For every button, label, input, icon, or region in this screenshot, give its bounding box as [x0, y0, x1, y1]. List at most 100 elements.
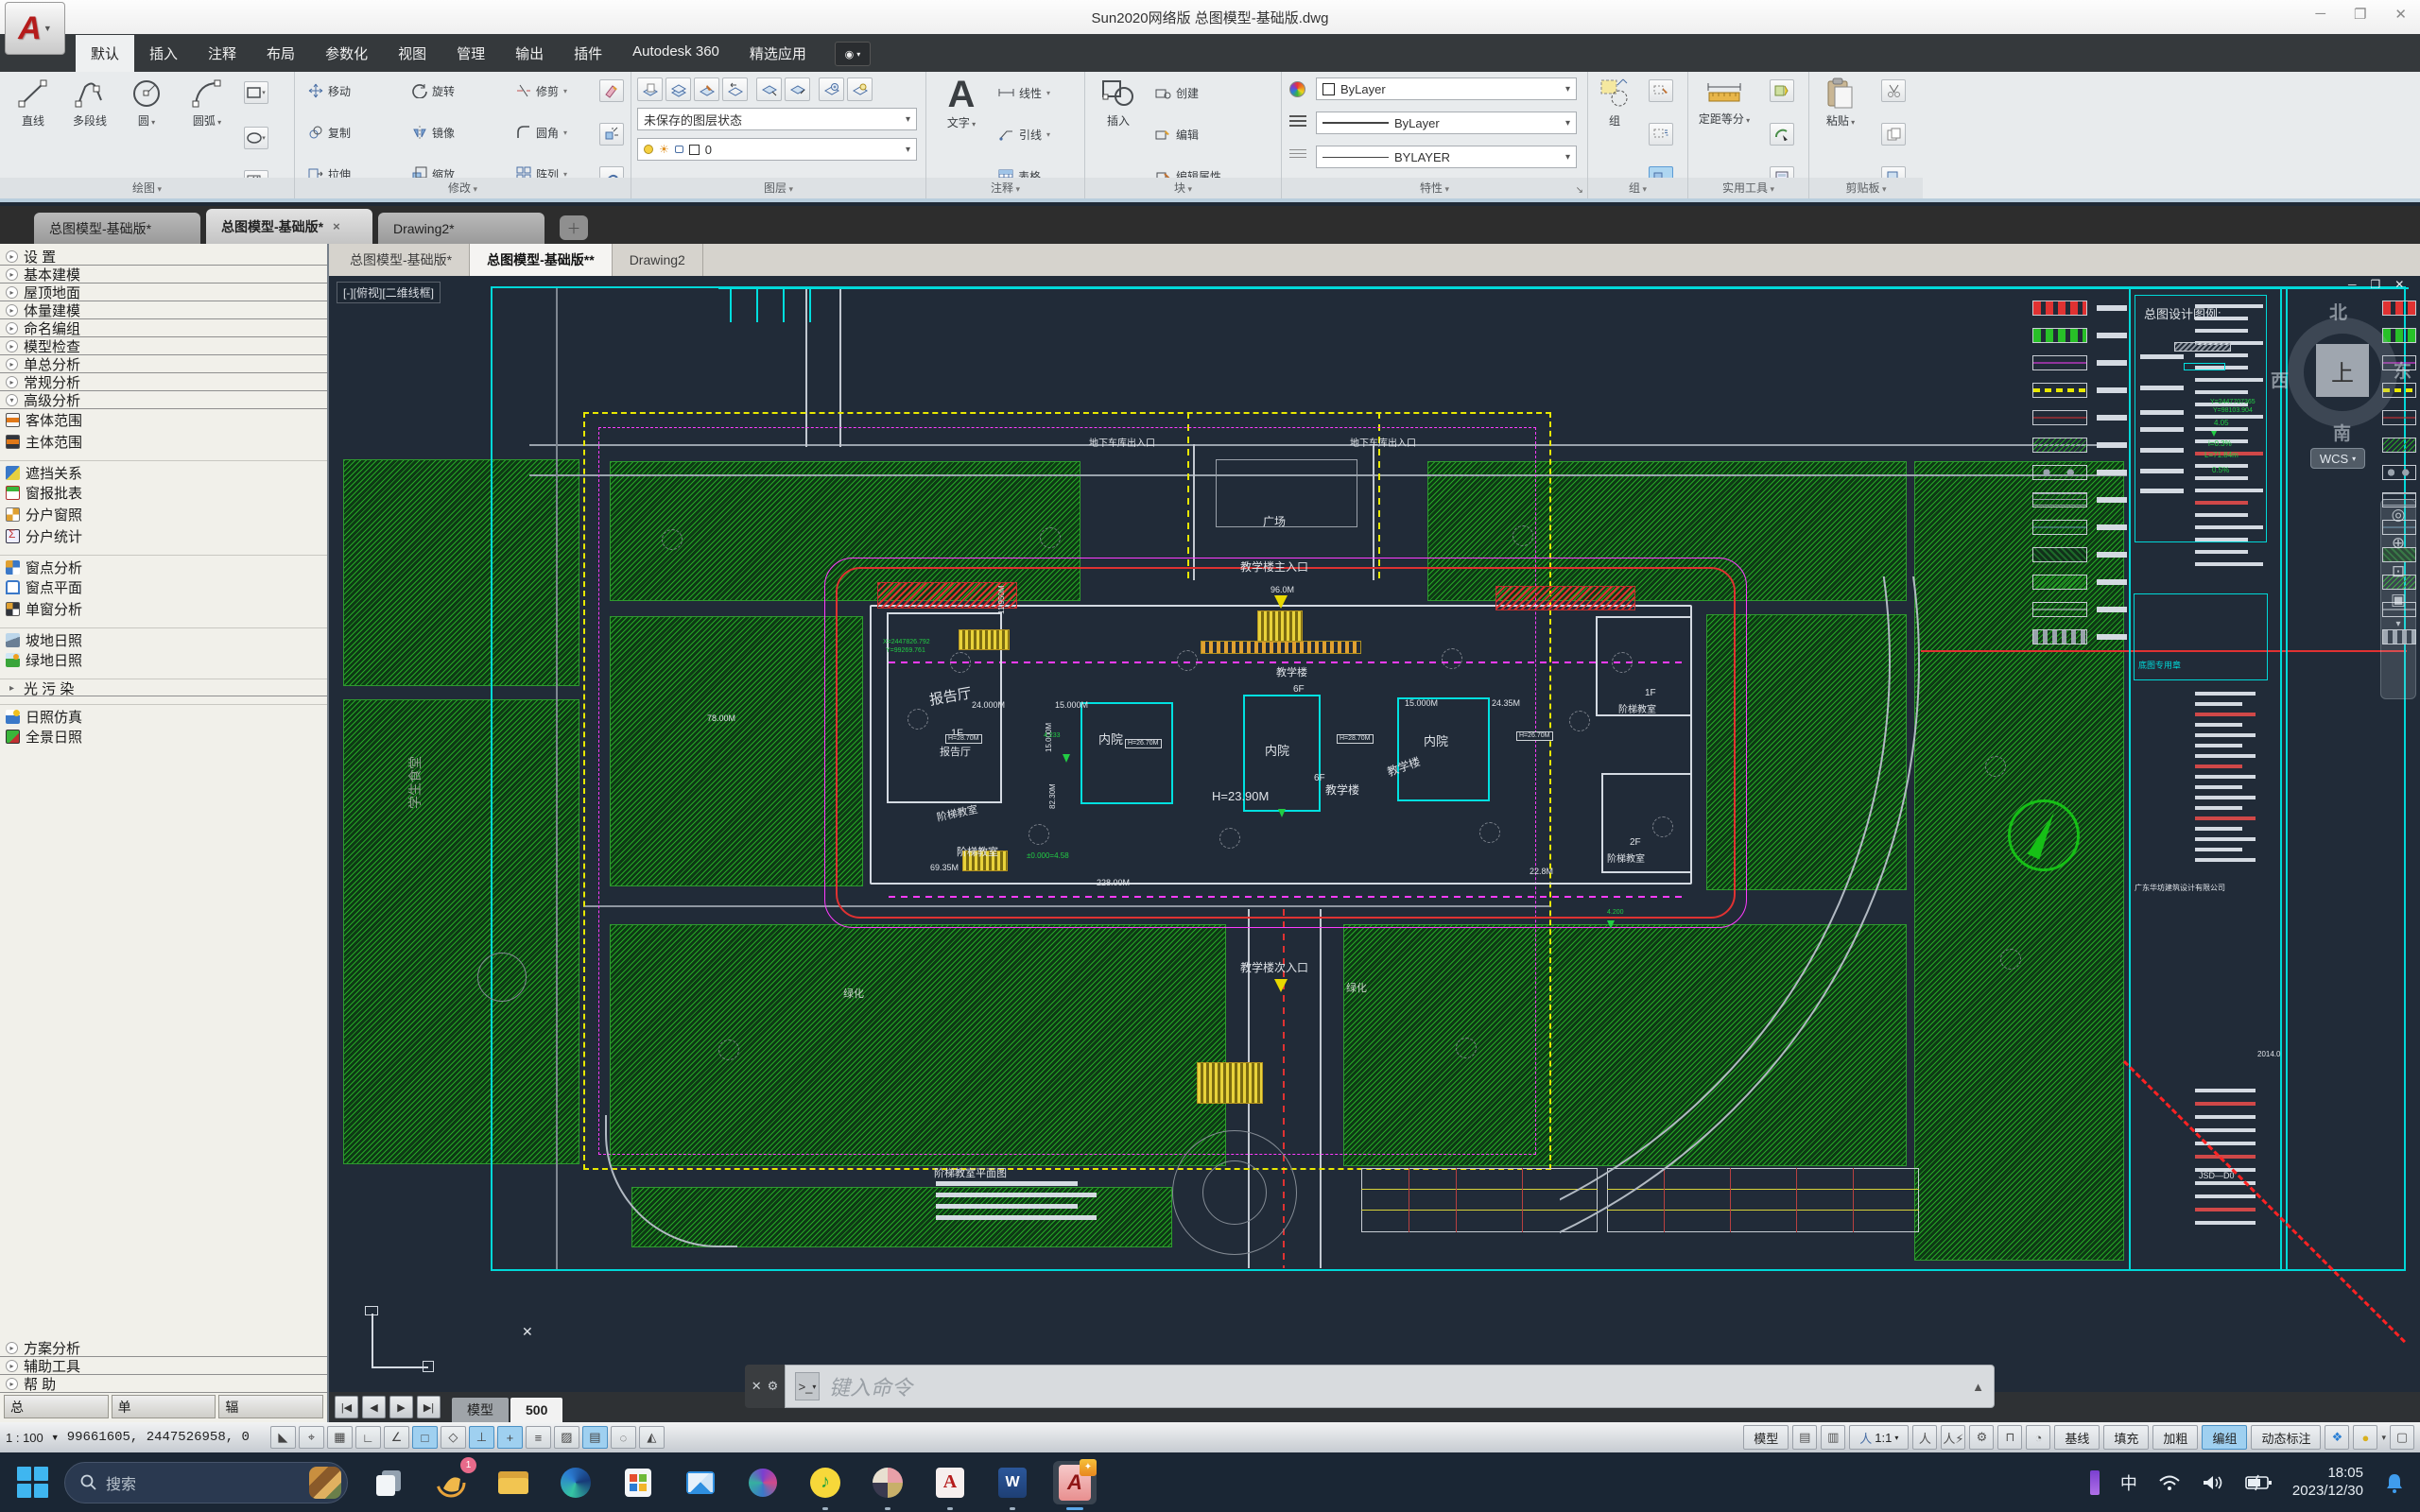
status-toggle[interactable]: ◭ [639, 1426, 665, 1449]
annotation-scale-button[interactable]: 人1:1▾ [1849, 1425, 1909, 1450]
viewcube-east[interactable]: 东 [2394, 357, 2411, 383]
command-grip[interactable]: ✕⚙ [745, 1365, 785, 1408]
ribbon-tab[interactable]: 管理 [441, 35, 500, 72]
last-layout-icon[interactable]: ▶| [417, 1396, 441, 1418]
ribbon-tab[interactable]: 注释 [193, 35, 251, 72]
isolate-objects-icon[interactable]: ◔ [2026, 1425, 2050, 1450]
panel-label-draw[interactable]: 绘图 [0, 178, 294, 198]
sidebar-item[interactable]: ▸主体范围 [0, 431, 327, 453]
steering-wheel-icon[interactable]: ◎ [2392, 506, 2406, 524]
ungroup-icon[interactable] [1649, 79, 1673, 102]
search-box[interactable]: 搜索 [64, 1462, 348, 1503]
color-wheel-icon[interactable] [1289, 81, 1305, 97]
minimize-button[interactable]: ─ [2315, 6, 2325, 23]
arc-tool[interactable]: 圆弧 [180, 77, 234, 129]
panel-label-layers[interactable]: 图层 [631, 178, 925, 198]
ribbon-tab[interactable]: 布局 [251, 35, 310, 72]
sidebar-item[interactable]: ▾高级分析 [0, 391, 327, 409]
measure-tool[interactable]: 定距等分 [1690, 77, 1758, 127]
status-toggle[interactable]: ◇ [441, 1426, 466, 1449]
tray-overflow-icon[interactable] [2090, 1470, 2100, 1495]
sidebar-item[interactable]: ▸坡地日照 [0, 627, 327, 649]
ime-indicator[interactable]: 中 [2120, 1470, 2137, 1495]
sidebar-item[interactable]: ▸帮 助 [0, 1375, 327, 1393]
command-history-icon[interactable]: ▲ [1972, 1380, 1984, 1394]
close-button[interactable]: ✕ [2394, 6, 2407, 23]
lineweight-combo[interactable]: ByLayer [1316, 112, 1577, 134]
status-toggle[interactable]: □ [412, 1426, 438, 1449]
ribbon-tab[interactable]: 参数化 [310, 35, 383, 72]
ribbon-tab[interactable]: 精选应用 [735, 35, 821, 72]
annotation-visibility-icon[interactable]: 人 [1912, 1425, 1937, 1450]
fillet-tool[interactable]: 圆角▾ [516, 121, 567, 144]
copy-tool[interactable]: 复制 [308, 121, 351, 144]
line-tool[interactable]: 直线 [6, 77, 60, 129]
panel-label-modify[interactable]: 修改 [295, 178, 631, 198]
quick-calc-icon[interactable] [1770, 123, 1794, 146]
new-drawing-button[interactable]: ＋ [560, 215, 588, 240]
sidebar-tab-fu[interactable]: 辐 [218, 1395, 323, 1418]
hardware-accel-icon[interactable]: ❖ [2325, 1425, 2349, 1450]
ribbon-tab[interactable]: Autodesk 360 [617, 35, 735, 72]
sidebar-item[interactable]: ▸窗点分析 [0, 555, 327, 576]
status-toggle[interactable]: ⌖ [299, 1426, 324, 1449]
wifi-icon[interactable] [2158, 1474, 2181, 1491]
pan-icon[interactable]: ⊕ [2392, 534, 2405, 553]
status-toggle[interactable]: ≡ [526, 1426, 551, 1449]
layer-freeze-icon[interactable] [819, 77, 844, 101]
cut-icon[interactable] [1881, 79, 1906, 102]
first-layout-icon[interactable]: |◀ [335, 1396, 358, 1418]
sidebar-item[interactable]: ▸分户统计 [0, 525, 327, 547]
sidebar-item[interactable]: ▸命名编组 [0, 319, 327, 337]
widgets-icon[interactable]: 1 [429, 1461, 473, 1504]
layout-quickview-icon[interactable]: ▤ [1792, 1425, 1817, 1450]
panel-label-clipboard[interactable]: 剪贴板 [1809, 178, 1923, 198]
copy-clip-icon[interactable] [1881, 123, 1906, 146]
file-tab[interactable]: Drawing2* [378, 213, 544, 244]
erase-tool[interactable] [599, 79, 624, 102]
ribbon-tab[interactable]: 输出 [500, 35, 559, 72]
rotate-tool[interactable]: 旋转 [412, 79, 455, 102]
sidebar-item[interactable]: ▸光 污 染 [0, 679, 327, 696]
sidebar-item[interactable]: ▸模型检查 [0, 337, 327, 355]
next-layout-icon[interactable]: ▶ [389, 1396, 413, 1418]
autoscale-icon[interactable]: 人⚡ [1941, 1425, 1965, 1450]
search-highlight-image[interactable] [309, 1467, 341, 1499]
linear-dimension-tool[interactable]: 线性▾ [998, 81, 1050, 104]
mirror-tool[interactable]: 镜像 [412, 121, 455, 144]
panel-label-properties[interactable]: 特性 [1282, 178, 1587, 198]
sidebar-item[interactable]: ▸窗点平面 [0, 576, 327, 598]
drawing-canvas[interactable] [329, 244, 2420, 1422]
ribbon-tab[interactable]: 视图 [383, 35, 441, 72]
status-toggle[interactable]: ▦ [327, 1426, 353, 1449]
start-button[interactable] [17, 1467, 49, 1499]
sidebar-item[interactable]: ▸窗报批表 [0, 482, 327, 504]
explode-tool[interactable] [599, 123, 624, 146]
status-toggle[interactable]: ◌ [611, 1426, 636, 1449]
navigation-bar[interactable]: ◎ ⊕ ⊡ ▣ ▾ [2380, 499, 2416, 699]
layer-properties-icon[interactable] [637, 77, 663, 101]
sidebar-item[interactable]: ▸体量建模 [0, 301, 327, 319]
status-toggle[interactable]: ∟ [355, 1426, 381, 1449]
status-button[interactable]: 填充 [2103, 1425, 2149, 1450]
edit-block-tool[interactable]: 编辑 [1155, 123, 1199, 146]
sun2020-app-icon[interactable]: A✦ [1053, 1461, 1097, 1504]
store-icon[interactable] [616, 1461, 660, 1504]
scale-indicator[interactable]: 1 : 100 [6, 1431, 43, 1445]
sidebar-item[interactable]: ▸遮挡关系 [0, 460, 327, 482]
sidebar-tab-zong[interactable]: 总 [4, 1395, 109, 1418]
file-tab[interactable]: 总图模型-基础版*× [206, 209, 372, 244]
dwg-minimize-icon[interactable]: ─ [2348, 278, 2357, 291]
command-input-area[interactable]: >_▾ 键入命令 ▲ [785, 1365, 1995, 1408]
sidebar-item[interactable]: ▸分户窗照 [0, 504, 327, 525]
wcs-button[interactable]: WCS▾ [2310, 448, 2365, 469]
status-toggle[interactable]: ⊥ [469, 1426, 494, 1449]
ribbon-tab[interactable]: 插入 [134, 35, 193, 72]
polyline-tool[interactable]: 多段线 [62, 77, 117, 129]
notification-bell-icon[interactable] [2384, 1472, 2405, 1493]
layer-state-combo[interactable]: 未保存的图层状态 [637, 108, 917, 130]
status-button[interactable]: 编组 [2202, 1425, 2247, 1450]
viewcube-west[interactable]: 西 [2271, 367, 2289, 392]
application-menu-button[interactable]: A▼ [5, 2, 65, 55]
layout-tab[interactable]: 500 [510, 1398, 562, 1422]
